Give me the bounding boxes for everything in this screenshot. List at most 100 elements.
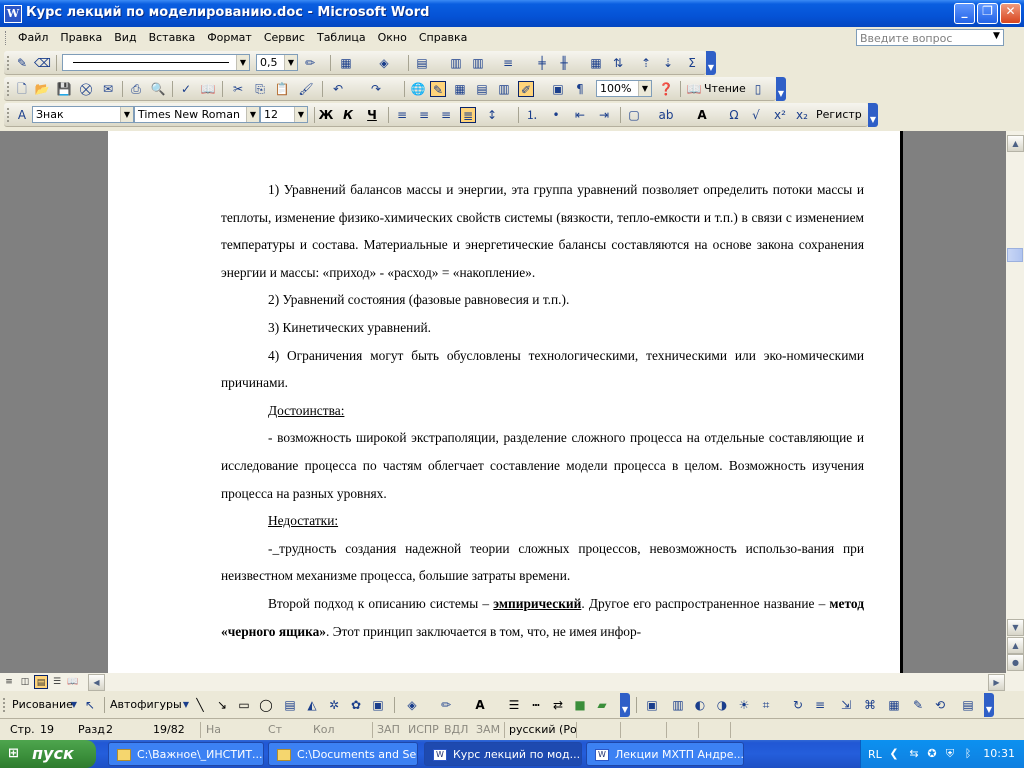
shadow-style-icon[interactable]: ■ [572,697,588,713]
paragraph[interactable]: 4) Ограничения могут быть обусловлены те… [221,342,864,397]
fill-color-icon[interactable]: ◈ [404,697,420,713]
advantages-text[interactable]: - возможность широкой экстраполяции, раз… [221,424,864,507]
read-mode-icon[interactable]: 📖 [686,81,702,97]
taskbar-item-folder-1[interactable]: C:\Важное\_ИНСТИТ... [108,742,264,766]
insert-picture-icon[interactable]: ▣ [370,697,386,713]
autoshapes-button[interactable]: Автофигуры [110,698,182,711]
insert-table-icon[interactable]: ▦ [452,81,468,97]
antivirus-icon[interactable]: ✪ [925,747,939,761]
research-icon[interactable]: 📖 [200,81,216,97]
chevron-down-icon[interactable]: ▼ [638,81,651,96]
menu-format[interactable]: Формат [201,31,258,44]
bullets-icon[interactable]: • [548,107,564,123]
empirical-mid[interactable]: . Другое его распространенное название – [581,596,829,611]
title-bar[interactable]: W Курс лекций по моделированию.doc - Mic… [0,0,1024,27]
scroll-left-icon[interactable]: ◀ [88,674,105,691]
align-center-icon[interactable]: ≡ [416,107,432,123]
text-direction-icon[interactable]: ⇅ [610,55,626,71]
browse-object-icon[interactable]: ● [1007,654,1024,671]
taskbar-item-word[interactable]: W Лекции МХТП Андре... [586,742,744,766]
transparent-color-icon[interactable]: ✎ [910,697,926,713]
style-select[interactable]: Знак ▼ [32,106,134,123]
shading-color-icon[interactable]: ◈ [376,55,392,71]
scroll-down-icon[interactable]: ▼ [1007,619,1024,636]
arrow-tool-icon[interactable]: ↘ [214,697,230,713]
chevron-down-icon[interactable]: ▼ [66,697,82,713]
disadvantages-heading[interactable]: Недостатки: [268,513,338,528]
equation-icon[interactable]: √ [748,107,764,123]
line-color-icon[interactable]: ✏ [438,697,454,713]
empirical-term[interactable]: эмпирический [493,596,581,611]
text-wrap-icon[interactable]: ⌘ [862,697,878,713]
compress-icon[interactable]: ⇲ [838,697,854,713]
menu-view[interactable]: Вид [108,31,142,44]
network-icon[interactable]: ⇆ [907,747,921,761]
wordart-icon[interactable]: ◭ [304,697,320,713]
open-folder-icon[interactable]: 📂 [34,81,50,97]
zoom-select[interactable]: 100% ▼ [596,80,652,97]
status-overtype[interactable]: ЗАМ [476,723,500,736]
show-hide-formatting-icon[interactable]: ¶ [572,81,588,97]
language-indicator[interactable]: RL [868,748,882,761]
oval-tool-icon[interactable]: ◯ [258,697,274,713]
menu-file[interactable]: Файл [12,31,54,44]
disadvantages-text[interactable]: трудность создания надежной теории сложн… [221,541,864,584]
line-style-icon[interactable]: ≡ [812,697,828,713]
chevron-down-icon[interactable]: ▼ [246,107,259,122]
taskbar-item-folder-2[interactable]: C:\Documents and Se... [268,742,418,766]
save-picture-icon[interactable]: ▤ [960,697,976,713]
menu-help[interactable]: Справка [413,31,473,44]
web-view-icon[interactable]: ◫ [18,675,32,689]
font-color-icon[interactable]: A [694,107,710,123]
print-icon[interactable]: ⎙ [128,81,144,97]
horizontal-scrollbar[interactable] [0,673,1024,691]
previous-page-icon[interactable]: ▲ [1007,637,1024,654]
toolbar-options-icon[interactable]: ▼ [984,693,994,717]
crop-icon[interactable]: ⌗ [758,697,774,713]
bold-button[interactable]: Ж [318,107,334,123]
maximize-button[interactable]: ❐ [977,3,998,24]
email-icon[interactable]: ✉ [100,81,116,97]
format-painter-icon[interactable]: 🖌 [298,81,314,97]
borders-icon[interactable]: ▦ [338,55,354,71]
status-track-changes[interactable]: ИСПР [408,723,439,736]
font-color-icon[interactable]: A [472,697,488,713]
line-width-select[interactable]: 0,5 ▼ [256,54,298,71]
border-color-icon[interactable]: ✏ [302,55,318,71]
status-record[interactable]: ЗАП [377,723,400,736]
copy-icon[interactable]: ⎘ [252,81,268,97]
line-tool-icon[interactable]: ╲ [192,697,208,713]
chevron-down-icon[interactable]: ▼ [284,55,297,70]
contrast-up-icon[interactable]: ◐ [692,697,708,713]
menu-window[interactable]: Окно [372,31,413,44]
chevron-down-icon[interactable]: ▼ [236,55,249,70]
menu-tools[interactable]: Сервис [258,31,311,44]
hyperlink-icon[interactable]: 🌐 [410,81,426,97]
disadvantages-heading-paragraph[interactable]: Недостатки: [221,507,864,535]
toolbar-grip[interactable] [3,698,8,712]
print-preview-icon[interactable]: 🔍 [150,81,166,97]
taskbar-item-word-active[interactable]: W Курс лекций по мод... [424,742,582,766]
split-cells-icon[interactable]: ▥ [470,55,486,71]
diagram-icon[interactable]: ✲ [326,697,342,713]
undo-icon[interactable]: ↶ [330,81,346,97]
advantages-heading[interactable]: Достоинства: [268,403,344,418]
font-select[interactable]: Times New Roman ▼ [134,106,260,123]
paragraph[interactable]: 1) Уравнений балансов массы и энергии, э… [221,176,864,286]
increase-indent-icon[interactable]: ⇥ [596,107,612,123]
scroll-up-icon[interactable]: ▲ [1007,135,1024,152]
status-language[interactable]: русский (Ро [509,723,577,736]
sort-descending-icon[interactable]: ⇣ [660,55,676,71]
line-style-icon[interactable]: ☰ [506,697,522,713]
ask-question-input[interactable]: Введите вопрос [856,29,1004,46]
toolbar-options-icon[interactable]: ▼ [776,77,786,101]
close-button[interactable]: ✕ [1000,3,1021,24]
color-icon[interactable]: ▥ [670,697,686,713]
drawing-icon[interactable]: ✐ [518,81,534,97]
insert-excel-icon[interactable]: ▤ [474,81,490,97]
arrow-style-icon[interactable]: ⇄ [550,697,566,713]
menu-edit[interactable]: Правка [54,31,108,44]
read-mode-label[interactable]: Чтение [704,82,746,95]
distribute-columns-icon[interactable]: ╫ [556,55,572,71]
numbering-icon[interactable]: ⒈ [524,107,540,123]
